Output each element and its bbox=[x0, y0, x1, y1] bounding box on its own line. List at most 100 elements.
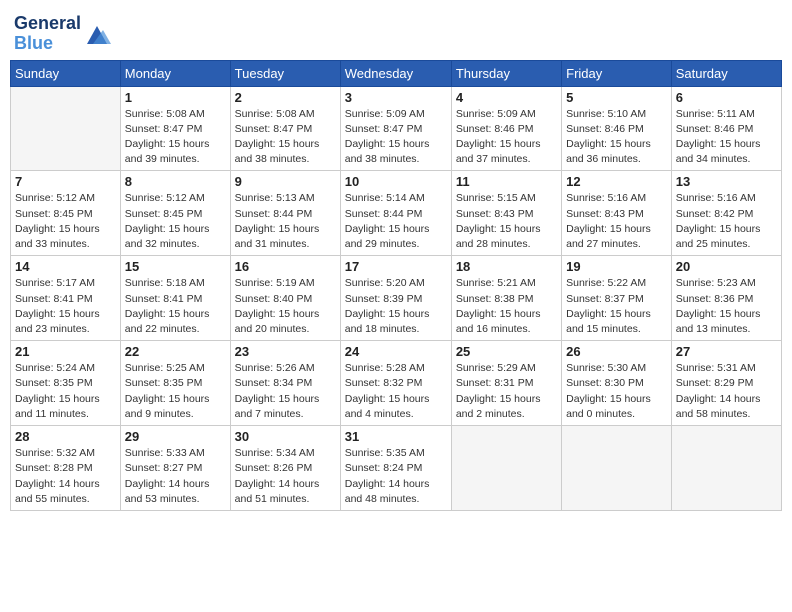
day-info: Sunrise: 5:09 AMSunset: 8:47 PMDaylight:… bbox=[345, 107, 447, 168]
weekday-header: Sunday bbox=[11, 60, 121, 86]
day-number: 24 bbox=[345, 344, 447, 359]
weekday-header: Wednesday bbox=[340, 60, 451, 86]
day-info: Sunrise: 5:11 AMSunset: 8:46 PMDaylight:… bbox=[676, 107, 777, 168]
day-number: 8 bbox=[125, 174, 226, 189]
day-info: Sunrise: 5:12 AMSunset: 8:45 PMDaylight:… bbox=[125, 191, 226, 252]
calendar-week-row: 28 Sunrise: 5:32 AMSunset: 8:28 PMDayligh… bbox=[11, 426, 782, 511]
calendar-day-cell: 14 Sunrise: 5:17 AMSunset: 8:41 PMDayligh… bbox=[11, 256, 121, 341]
calendar-day-cell: 3 Sunrise: 5:09 AMSunset: 8:47 PMDaylight… bbox=[340, 86, 451, 171]
day-info: Sunrise: 5:17 AMSunset: 8:41 PMDaylight:… bbox=[15, 276, 116, 337]
day-info: Sunrise: 5:21 AMSunset: 8:38 PMDaylight:… bbox=[456, 276, 557, 337]
day-info: Sunrise: 5:12 AMSunset: 8:45 PMDaylight:… bbox=[15, 191, 116, 252]
calendar-day-cell: 12 Sunrise: 5:16 AMSunset: 8:43 PMDayligh… bbox=[562, 171, 672, 256]
calendar-day-cell: 5 Sunrise: 5:10 AMSunset: 8:46 PMDaylight… bbox=[562, 86, 672, 171]
weekday-header: Thursday bbox=[451, 60, 561, 86]
day-number: 25 bbox=[456, 344, 557, 359]
day-info: Sunrise: 5:31 AMSunset: 8:29 PMDaylight:… bbox=[676, 361, 777, 422]
logo-icon bbox=[83, 20, 111, 48]
day-number: 26 bbox=[566, 344, 667, 359]
day-info: Sunrise: 5:18 AMSunset: 8:41 PMDaylight:… bbox=[125, 276, 226, 337]
day-info: Sunrise: 5:14 AMSunset: 8:44 PMDaylight:… bbox=[345, 191, 447, 252]
calendar-table: SundayMondayTuesdayWednesdayThursdayFrid… bbox=[10, 60, 782, 511]
day-info: Sunrise: 5:33 AMSunset: 8:27 PMDaylight:… bbox=[125, 446, 226, 507]
day-number: 23 bbox=[235, 344, 336, 359]
day-number: 12 bbox=[566, 174, 667, 189]
calendar-day-cell: 31 Sunrise: 5:35 AMSunset: 8:24 PMDayligh… bbox=[340, 426, 451, 511]
day-info: Sunrise: 5:16 AMSunset: 8:42 PMDaylight:… bbox=[676, 191, 777, 252]
day-number: 9 bbox=[235, 174, 336, 189]
weekday-header: Saturday bbox=[671, 60, 781, 86]
day-info: Sunrise: 5:25 AMSunset: 8:35 PMDaylight:… bbox=[125, 361, 226, 422]
day-info: Sunrise: 5:20 AMSunset: 8:39 PMDaylight:… bbox=[345, 276, 447, 337]
day-number: 16 bbox=[235, 259, 336, 274]
calendar-week-row: 14 Sunrise: 5:17 AMSunset: 8:41 PMDayligh… bbox=[11, 256, 782, 341]
day-number: 14 bbox=[15, 259, 116, 274]
calendar-header-row: SundayMondayTuesdayWednesdayThursdayFrid… bbox=[11, 60, 782, 86]
logo-text: GeneralBlue bbox=[14, 14, 81, 54]
day-info: Sunrise: 5:09 AMSunset: 8:46 PMDaylight:… bbox=[456, 107, 557, 168]
day-number: 22 bbox=[125, 344, 226, 359]
calendar-day-cell: 11 Sunrise: 5:15 AMSunset: 8:43 PMDayligh… bbox=[451, 171, 561, 256]
calendar-day-cell: 17 Sunrise: 5:20 AMSunset: 8:39 PMDayligh… bbox=[340, 256, 451, 341]
day-number: 28 bbox=[15, 429, 116, 444]
day-number: 3 bbox=[345, 90, 447, 105]
weekday-header: Tuesday bbox=[230, 60, 340, 86]
calendar-day-cell: 15 Sunrise: 5:18 AMSunset: 8:41 PMDayligh… bbox=[120, 256, 230, 341]
day-number: 2 bbox=[235, 90, 336, 105]
day-number: 17 bbox=[345, 259, 447, 274]
calendar-day-cell: 25 Sunrise: 5:29 AMSunset: 8:31 PMDayligh… bbox=[451, 341, 561, 426]
day-info: Sunrise: 5:15 AMSunset: 8:43 PMDaylight:… bbox=[456, 191, 557, 252]
day-info: Sunrise: 5:30 AMSunset: 8:30 PMDaylight:… bbox=[566, 361, 667, 422]
calendar-day-cell bbox=[451, 426, 561, 511]
calendar-day-cell: 30 Sunrise: 5:34 AMSunset: 8:26 PMDayligh… bbox=[230, 426, 340, 511]
weekday-header: Monday bbox=[120, 60, 230, 86]
day-info: Sunrise: 5:22 AMSunset: 8:37 PMDaylight:… bbox=[566, 276, 667, 337]
calendar-day-cell bbox=[671, 426, 781, 511]
day-info: Sunrise: 5:35 AMSunset: 8:24 PMDaylight:… bbox=[345, 446, 447, 507]
day-info: Sunrise: 5:10 AMSunset: 8:46 PMDaylight:… bbox=[566, 107, 667, 168]
day-info: Sunrise: 5:26 AMSunset: 8:34 PMDaylight:… bbox=[235, 361, 336, 422]
calendar-day-cell: 10Sunrise: 5:14 AMSunset: 8:44 PMDayligh… bbox=[340, 171, 451, 256]
calendar-day-cell: 13 Sunrise: 5:16 AMSunset: 8:42 PMDayligh… bbox=[671, 171, 781, 256]
day-number: 19 bbox=[566, 259, 667, 274]
day-number: 13 bbox=[676, 174, 777, 189]
calendar-day-cell: 26 Sunrise: 5:30 AMSunset: 8:30 PMDayligh… bbox=[562, 341, 672, 426]
calendar-day-cell: 4 Sunrise: 5:09 AMSunset: 8:46 PMDaylight… bbox=[451, 86, 561, 171]
calendar-day-cell: 27Sunrise: 5:31 AMSunset: 8:29 PMDayligh… bbox=[671, 341, 781, 426]
calendar-day-cell: 1Sunrise: 5:08 AMSunset: 8:47 PMDaylight… bbox=[120, 86, 230, 171]
calendar-day-cell: 16Sunrise: 5:19 AMSunset: 8:40 PMDayligh… bbox=[230, 256, 340, 341]
day-info: Sunrise: 5:32 AMSunset: 8:28 PMDaylight:… bbox=[15, 446, 116, 507]
day-info: Sunrise: 5:08 AMSunset: 8:47 PMDaylight:… bbox=[235, 107, 336, 168]
calendar-week-row: 1 Sunrise: 5:08 AMSunset: 8:47 PMDaylight… bbox=[11, 86, 782, 171]
weekday-header: Friday bbox=[562, 60, 672, 86]
calendar-day-cell: 7 Sunrise: 5:12 AMSunset: 8:45 PMDaylight… bbox=[11, 171, 121, 256]
day-info: Sunrise: 5:24 AMSunset: 8:35 PMDaylight:… bbox=[15, 361, 116, 422]
day-number: 4 bbox=[456, 90, 557, 105]
calendar-week-row: 7 Sunrise: 5:12 AMSunset: 8:45 PMDaylight… bbox=[11, 171, 782, 256]
calendar-day-cell: 8 Sunrise: 5:12 AMSunset: 8:45 PMDaylight… bbox=[120, 171, 230, 256]
day-info: Sunrise: 5:16 AMSunset: 8:43 PMDaylight:… bbox=[566, 191, 667, 252]
day-number: 11 bbox=[456, 174, 557, 189]
day-number: 1 bbox=[125, 90, 226, 105]
calendar-day-cell bbox=[562, 426, 672, 511]
day-number: 15 bbox=[125, 259, 226, 274]
day-number: 20 bbox=[676, 259, 777, 274]
day-info: Sunrise: 5:28 AMSunset: 8:32 PMDaylight:… bbox=[345, 361, 447, 422]
day-info: Sunrise: 5:34 AMSunset: 8:26 PMDaylight:… bbox=[235, 446, 336, 507]
day-number: 30 bbox=[235, 429, 336, 444]
logo: GeneralBlue bbox=[14, 14, 111, 54]
day-number: 29 bbox=[125, 429, 226, 444]
day-number: 7 bbox=[15, 174, 116, 189]
day-info: Sunrise: 5:29 AMSunset: 8:31 PMDaylight:… bbox=[456, 361, 557, 422]
calendar-day-cell: 2 Sunrise: 5:08 AMSunset: 8:47 PMDaylight… bbox=[230, 86, 340, 171]
calendar-day-cell: 9 Sunrise: 5:13 AMSunset: 8:44 PMDaylight… bbox=[230, 171, 340, 256]
page-header: GeneralBlue bbox=[10, 10, 782, 54]
calendar-day-cell: 6Sunrise: 5:11 AMSunset: 8:46 PMDaylight… bbox=[671, 86, 781, 171]
day-number: 5 bbox=[566, 90, 667, 105]
calendar-day-cell bbox=[11, 86, 121, 171]
calendar-day-cell: 21Sunrise: 5:24 AMSunset: 8:35 PMDayligh… bbox=[11, 341, 121, 426]
day-number: 31 bbox=[345, 429, 447, 444]
calendar-day-cell: 28 Sunrise: 5:32 AMSunset: 8:28 PMDayligh… bbox=[11, 426, 121, 511]
day-info: Sunrise: 5:23 AMSunset: 8:36 PMDaylight:… bbox=[676, 276, 777, 337]
day-info: Sunrise: 5:13 AMSunset: 8:44 PMDaylight:… bbox=[235, 191, 336, 252]
